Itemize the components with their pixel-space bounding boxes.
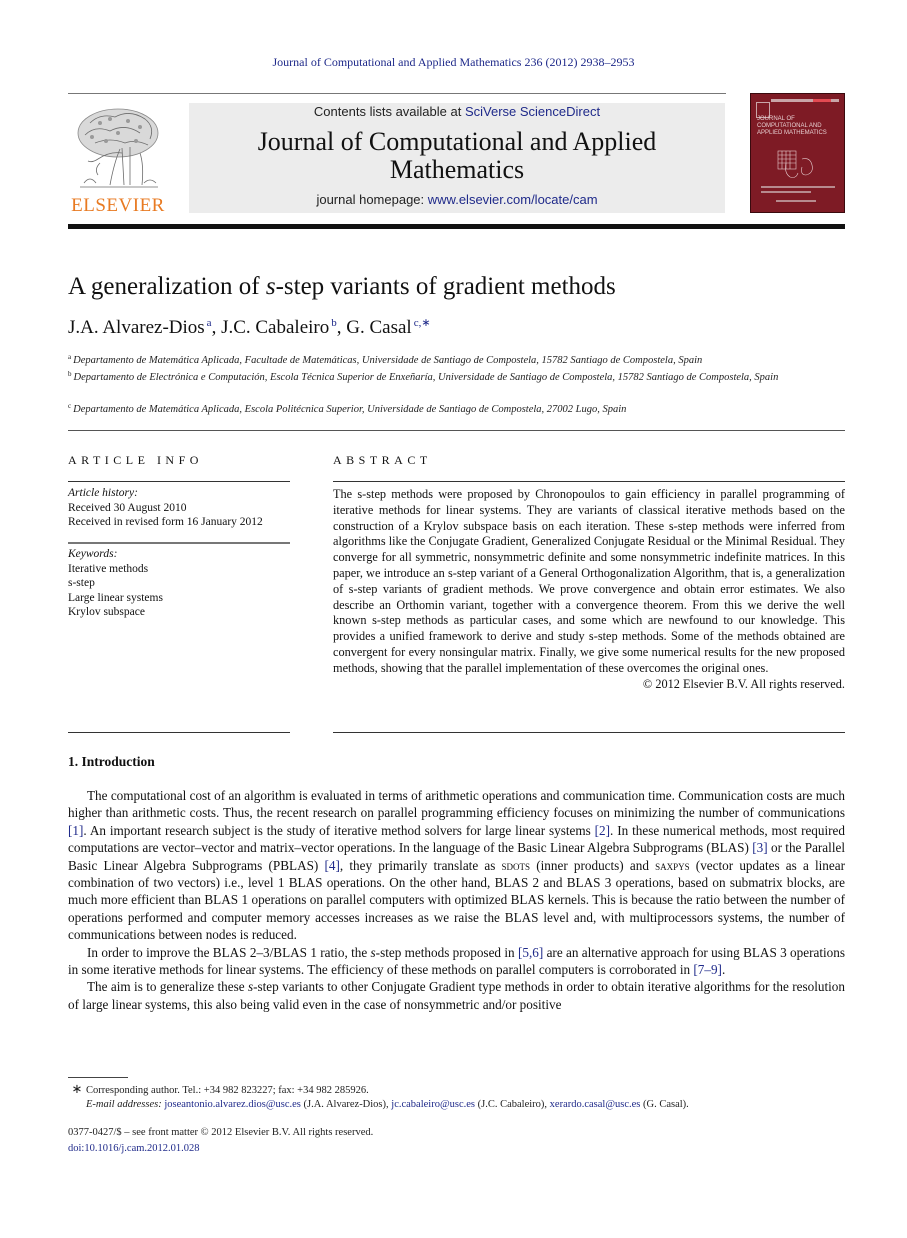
author-separator: , [211,317,222,338]
affiliation-text: Departamento de Matemática Aplicada, Esc… [73,404,627,415]
text-run: In order to improve the BLAS 2–3/BLAS 1 … [87,944,371,960]
keyword: s-step [68,577,95,590]
footnote-emails: E-mail addresses: joseantonio.alvarez.di… [86,1097,866,1113]
cover-art-icon [777,150,813,178]
cover-caption-line [761,186,835,188]
article-title: A generalization of s-step variants of g… [68,273,616,301]
author-separator: , [336,317,347,338]
title-italic-s: s [265,273,276,300]
elsevier-tree-icon [77,108,159,188]
citation-link[interactable]: [5,6] [518,945,543,960]
text-run: -step methods proposed in [375,944,518,960]
affiliation-mark: b [68,370,72,378]
text-run: . [721,962,726,978]
keywords-label: Keywords: [68,548,118,560]
email-label: E-mail addresses: [86,1099,162,1110]
email-link[interactable]: jc.cabaleiro@usc.es [391,1099,475,1110]
header-rule [68,93,726,94]
article-history: Article history: Received 30 August 2010… [68,486,290,530]
email-owner: (J.C. Cabaleiro), [475,1099,550,1110]
citation-link[interactable]: [1] [68,823,83,838]
footnote-star: ∗ [71,1081,83,1096]
homepage-link[interactable]: www.elsevier.com/locate/cam [428,192,598,207]
journal-title: Journal of Computational and Applied Mat… [189,128,725,184]
keyword: Iterative methods [68,562,149,575]
elsevier-wordmark: ELSEVIER [71,195,165,216]
abstract-heading: ABSTRACT [333,453,432,467]
email-owner: (G. Casal). [640,1099,689,1110]
article-info-bottom-rule [68,732,290,733]
revised-date: Received in revised form 16 January 2012 [68,516,263,529]
article-info-rule [68,481,290,482]
citation-link[interactable]: [2] [595,823,610,838]
cover-bar-accent [813,99,831,102]
abstract-rule [333,481,845,482]
text-run: , they primarily translate as [339,857,502,873]
small-caps-term: sdots [501,857,531,873]
section-divider [68,430,845,431]
title-pre: A generalization of [68,273,266,300]
doi-link[interactable]: doi:10.1016/j.cam.2012.01.028 [68,1143,200,1154]
citation-link[interactable]: [7–9] [693,962,722,977]
front-matter: 0377-0427/$ – see front matter © 2012 El… [68,1125,373,1157]
cover-title: JOURNAL OF COMPUTATIONAL AND APPLIED MAT… [757,116,827,136]
email-link[interactable]: joseantonio.alvarez.dios@usc.es [164,1099,301,1110]
author-name: J.C. Cabaleiro [221,317,330,338]
abstract-copyright: © 2012 Elsevier B.V. All rights reserved… [642,676,845,691]
journal-cover-image[interactable]: JOURNAL OF COMPUTATIONAL AND APPLIED MAT… [750,93,845,213]
citation-link[interactable]: [3] [752,840,767,855]
affiliation-text: Departamento de Matemática Aplicada, Fac… [73,355,703,366]
article-info-heading: ARTICLE INFO [68,453,203,467]
text-run: The aim is to generalize these [87,979,248,995]
received-date: Received 30 August 2010 [68,501,187,514]
footnote-text: Corresponding author. Tel.: +34 982 8232… [86,1085,369,1096]
email-owner: (J.A. Alvarez-Dios), [300,1099,392,1110]
abstract-body: The s-step methods were proposed by Chro… [333,487,845,692]
journal-masthead: Contents lists available at SciVerse Sci… [189,103,725,213]
affiliation-mark: c [68,402,72,410]
contents-prefix: Contents lists available at [313,104,465,119]
issn-line: 0377-0427/$ – see front matter © 2012 El… [68,1127,374,1138]
cover-caption-line [761,191,811,193]
history-label: Article history: [68,487,138,499]
author-name: J.A. Alvarez-Dios [68,317,205,338]
citation-link[interactable]: [4] [325,858,340,873]
journal-title-line2: Mathematics [389,155,525,184]
affiliation-c: c Departamento de Matemática Aplicada, Es… [68,399,848,417]
paragraph: The computational cost of an algorithm i… [68,787,845,944]
affiliation-mark: a [68,353,72,361]
affiliation-text: Departamento de Electrónica e Computació… [73,372,779,383]
homepage-prefix: journal homepage: [316,192,428,207]
text-run: (inner products) and [530,857,656,873]
sciverse-link[interactable]: SciVerse ScienceDirect [465,104,600,119]
introduction-body: The computational cost of an algorithm i… [68,787,845,1013]
contents-line: Contents lists available at SciVerse Sci… [189,104,725,119]
elsevier-logo[interactable]: ELSEVIER [68,103,168,216]
homepage-line: journal homepage: www.elsevier.com/locat… [189,192,725,207]
keyword: Krylov subspace [68,606,145,619]
title-post: -step variants of gradient methods [275,273,616,300]
keyword: Large linear systems [68,591,163,604]
affiliation-marker[interactable]: c,∗ [414,317,431,329]
affiliation-a: a Departamento de Matemática Aplicada, Fa… [68,350,848,368]
author-name: G. Casal [346,317,412,338]
header-thick-rule [68,224,845,229]
running-head[interactable]: Journal of Computational and Applied Mat… [0,55,907,70]
cover-caption-line [776,200,816,202]
section-heading-introduction: 1. Introduction [68,754,155,769]
text-run: The computational cost of an algorithm i… [68,788,845,821]
text-run: . An important research subject is the s… [83,822,595,838]
abstract-text: The s-step methods were proposed by Chro… [333,487,845,675]
footnote-rule [68,1077,128,1078]
author-list: J.A. Alvarez-Dios a, J.C. Cabaleiro b, G. … [68,316,431,339]
email-link[interactable]: xerardo.casal@usc.es [550,1099,641,1110]
small-caps-term: saxpys [655,857,690,873]
keywords-rule [68,542,290,544]
paragraph: In order to improve the BLAS 2–3/BLAS 1 … [68,944,845,979]
abstract-bottom-rule [333,732,845,733]
keywords-block: Keywords: Iterative methods s-step Large… [68,547,290,620]
affiliation-b: b Departamento de Electrónica e Computaci… [68,367,788,385]
paragraph: The aim is to generalize these s-step va… [68,978,845,1013]
journal-title-line1: Journal of Computational and Applied [257,127,657,156]
